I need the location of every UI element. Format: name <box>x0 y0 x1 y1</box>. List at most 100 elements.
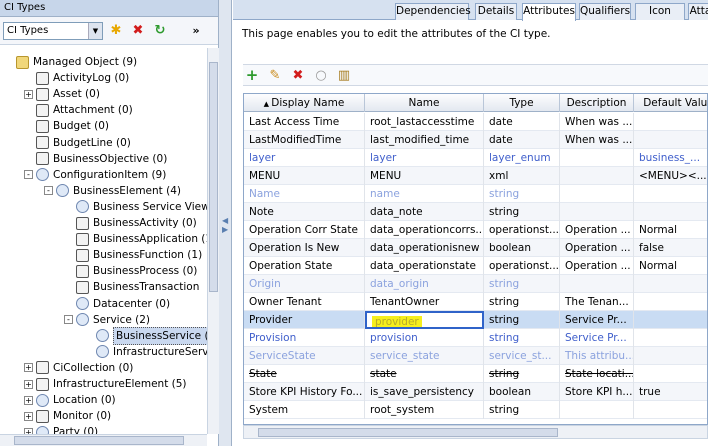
table-cell[interactable]: Name <box>244 185 365 203</box>
tab-qualifiers[interactable]: Qualifiers <box>579 3 631 20</box>
expand-icon[interactable]: + <box>24 89 33 99</box>
table-cell[interactable]: string <box>484 293 560 311</box>
table-cell[interactable]: When was ... <box>560 113 634 131</box>
table-cell[interactable]: service_st... <box>484 347 560 365</box>
table-cell[interactable]: xml <box>484 167 560 185</box>
table-cell[interactable]: Operation Corr State <box>244 221 365 239</box>
table-cell[interactable]: date <box>484 113 560 131</box>
table-cell[interactable]: Normal <box>634 221 707 239</box>
tree-node[interactable]: + Asset (0) <box>24 86 100 102</box>
tree-node[interactable]: BusinessTransaction <box>64 279 199 295</box>
table-cell[interactable] <box>560 203 634 221</box>
table-row[interactable]: Note data_note string <box>244 203 707 221</box>
overflow-chevron-icon[interactable]: » <box>187 22 205 40</box>
table-cell[interactable]: provision <box>365 329 484 347</box>
table-cell[interactable]: Service Pr... <box>560 329 634 347</box>
tree-node[interactable]: - BusinessElement (4) <box>44 183 181 199</box>
table-cell[interactable]: Normal <box>634 257 707 275</box>
tree-node[interactable]: Managed Object (9) <box>4 54 137 70</box>
table-row[interactable]: Owner Tenant TenantOwner string The Tenan..… <box>244 293 707 311</box>
tree-node[interactable]: InfrastructureServ <box>84 344 207 360</box>
panel-splitter[interactable]: ◀ ▶ <box>219 0 232 446</box>
table-cell[interactable]: provider <box>365 311 484 329</box>
table-cell[interactable]: This attribu... <box>560 347 634 365</box>
collapse-icon[interactable]: - <box>64 315 73 325</box>
table-cell[interactable]: Origin <box>244 275 365 293</box>
tree-node[interactable]: + InfrastructureElement (5) <box>24 376 187 392</box>
tree-node[interactable]: BusinessApplication (1 <box>64 231 207 247</box>
table-cell[interactable] <box>634 347 707 365</box>
table-cell[interactable]: string <box>484 401 560 419</box>
scroll-thumb[interactable] <box>209 62 218 292</box>
table-cell[interactable]: business_... <box>634 149 707 167</box>
table-cell[interactable]: System <box>244 401 365 419</box>
table-cell[interactable]: ServiceState <box>244 347 365 365</box>
collapse-arrows-icon[interactable]: ◀ ▶ <box>222 216 228 234</box>
expand-icon[interactable]: + <box>24 395 33 405</box>
table-cell[interactable]: boolean <box>484 239 560 257</box>
table-cell[interactable] <box>560 401 634 419</box>
table-cell[interactable]: data_origin <box>365 275 484 293</box>
table-row[interactable]: Operation State data_operationstate operat… <box>244 257 707 275</box>
table-cell[interactable]: Provider <box>244 311 365 329</box>
table-cell[interactable]: TenantOwner <box>365 293 484 311</box>
table-cell[interactable] <box>634 113 707 131</box>
table-cell[interactable]: false <box>634 239 707 257</box>
table-cell[interactable]: operationst... <box>484 257 560 275</box>
table-row[interactable]: Operation Corr State data_operationcorrs.… <box>244 221 707 239</box>
tree-node[interactable]: + Location (0) <box>24 392 116 408</box>
table-cell[interactable]: LastModifiedTime <box>244 131 365 149</box>
tab-atta[interactable]: Atta <box>688 3 708 20</box>
table-cell[interactable]: date <box>484 131 560 149</box>
table-cell[interactable]: operationst... <box>484 221 560 239</box>
table-cell[interactable]: is_save_persistency <box>365 383 484 401</box>
table-cell[interactable]: Store KPI h... <box>560 383 634 401</box>
table-row[interactable]: MENU MENU xml <MENU><... <box>244 167 707 185</box>
table-row[interactable]: Name name string <box>244 185 707 203</box>
expand-icon[interactable]: + <box>24 379 33 389</box>
column-header-description[interactable]: Description <box>560 94 634 112</box>
table-cell[interactable]: string <box>484 185 560 203</box>
table-row[interactable]: Operation Is New data_operationisnew boole… <box>244 239 707 257</box>
table-cell[interactable]: State locati... <box>560 365 634 383</box>
table-row[interactable]: Provision provision string Service Pr... <box>244 329 707 347</box>
tab-attributes[interactable]: Attributes <box>522 3 576 21</box>
tree-node[interactable]: Business Service View <box>64 199 207 215</box>
table-cell[interactable] <box>634 401 707 419</box>
tree-node[interactable]: + CiCollection (0) <box>24 360 133 376</box>
tree-node[interactable]: Datacenter (0) <box>64 296 170 312</box>
table-cell[interactable]: Operation ... <box>560 239 634 257</box>
table-cell[interactable] <box>560 167 634 185</box>
scroll-thumb[interactable] <box>14 436 184 445</box>
chevron-down-icon[interactable]: ▼ <box>88 22 102 39</box>
column-header-display-name[interactable]: ▲ Display Name <box>244 94 365 112</box>
table-cell[interactable]: Provision <box>244 329 365 347</box>
table-cell[interactable]: layer <box>244 149 365 167</box>
tab-details[interactable]: Details <box>475 3 517 20</box>
table-cell[interactable]: Operation State <box>244 257 365 275</box>
table-cell[interactable]: string <box>484 329 560 347</box>
table-cell[interactable]: Owner Tenant <box>244 293 365 311</box>
table-cell[interactable] <box>634 131 707 149</box>
collapse-icon[interactable]: - <box>24 170 33 180</box>
column-header-type[interactable]: Type <box>484 94 560 112</box>
table-cell[interactable]: layer <box>365 149 484 167</box>
delete-icon[interactable]: ✖ <box>129 22 147 40</box>
table-cell[interactable]: data_operationisnew <box>365 239 484 257</box>
tree-node[interactable]: Budget (0) <box>24 118 109 134</box>
table-cell[interactable]: last_modified_time <box>365 131 484 149</box>
table-cell[interactable]: When was ... <box>560 131 634 149</box>
table-cell[interactable]: data_note <box>365 203 484 221</box>
tree-node[interactable]: BusinessProcess (0) <box>64 263 197 279</box>
table-cell[interactable] <box>634 293 707 311</box>
table-cell[interactable]: Service Pr... <box>560 311 634 329</box>
table-cell[interactable] <box>634 185 707 203</box>
tab-icon[interactable]: Icon <box>635 3 685 20</box>
tab-dependencies[interactable]: Dependencies <box>395 3 471 20</box>
table-cell[interactable]: Last Access Time <box>244 113 365 131</box>
table-cell[interactable]: Operation Is New <box>244 239 365 257</box>
column-header-name[interactable]: Name <box>365 94 484 112</box>
table-cell[interactable]: State <box>244 365 365 383</box>
table-cell[interactable]: boolean <box>484 383 560 401</box>
new-icon[interactable]: ✱ <box>107 22 125 40</box>
